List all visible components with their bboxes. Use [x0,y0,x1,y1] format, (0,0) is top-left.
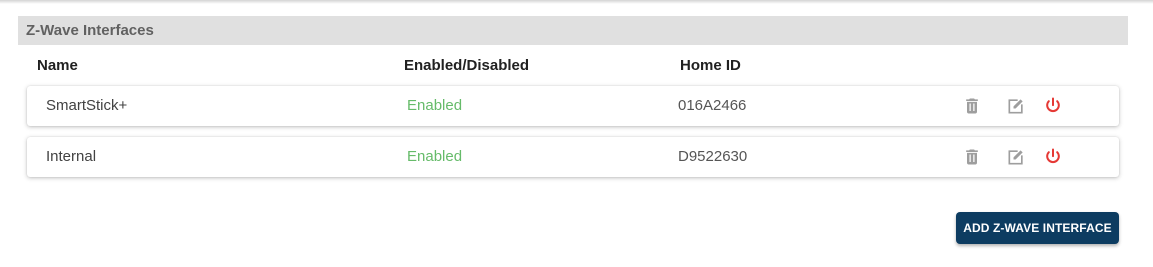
top-shadow [0,0,1153,4]
column-header-enabled: Enabled/Disabled [404,57,530,74]
interface-name: Internal [46,148,97,165]
interface-row-internal: Internal Enabled D9522630 [27,137,1119,177]
trash-icon [966,149,978,165]
interface-home-id: 016A2466 [678,97,747,114]
column-header-name: Name [37,57,78,74]
interface-status: Enabled [407,148,463,165]
interface-home-id: D9522630 [678,148,748,165]
power-button[interactable] [1043,96,1063,116]
column-header-home-id: Home ID [680,57,741,74]
power-button[interactable] [1043,147,1063,167]
power-icon [1046,148,1060,164]
add-z-wave-interface-button[interactable]: ADD Z-WAVE INTERFACE [956,212,1119,244]
trash-icon [966,98,978,114]
delete-button[interactable] [962,96,982,116]
edit-button[interactable] [1006,96,1026,116]
interface-name: SmartStick+ [46,97,128,114]
power-icon [1046,97,1060,113]
section-header: Z-Wave Interfaces [18,16,1128,45]
edit-icon [1008,150,1023,165]
interface-row-smartstick: SmartStick+ Enabled 016A2466 [27,86,1119,126]
section-title: Z-Wave Interfaces [26,22,154,39]
interface-status: Enabled [407,97,463,114]
delete-button[interactable] [962,147,982,167]
edit-button[interactable] [1006,147,1026,167]
edit-icon [1008,99,1023,114]
